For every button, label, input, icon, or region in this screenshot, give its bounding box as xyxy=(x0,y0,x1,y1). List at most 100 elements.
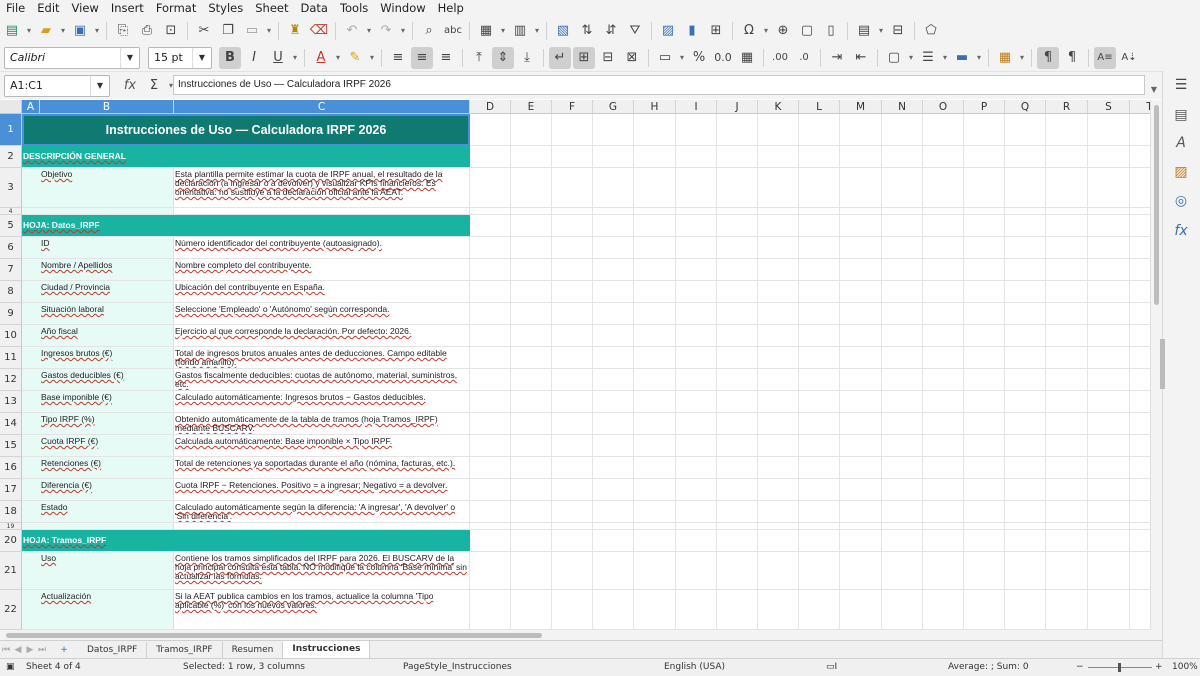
section-header-r20[interactable]: HOJA: Tramos_IRPF xyxy=(22,530,470,551)
value-cell-r12[interactable]: Gastos fiscalmente deducibles: cuotas de… xyxy=(175,370,468,390)
navigator-icon[interactable]: ◎ xyxy=(1171,191,1191,211)
row-header-21[interactable]: 21 xyxy=(0,552,22,590)
label-cell-r9[interactable]: Situación laboral xyxy=(41,305,172,324)
value-cell-r14[interactable]: Obtenido automáticamente de la tabla de … xyxy=(175,414,468,434)
zoom-in-icon[interactable]: + xyxy=(1155,659,1163,676)
column-icon[interactable]: ▥ xyxy=(509,20,531,42)
menu-sheet[interactable]: Sheet xyxy=(249,0,294,17)
column-header-h[interactable]: H xyxy=(634,100,676,114)
label-cell-r16[interactable]: Retenciones (€) xyxy=(41,459,172,478)
delete-decimal-icon[interactable]: .0 xyxy=(793,47,815,69)
menu-tools[interactable]: Tools xyxy=(334,0,374,17)
highlight-color-icon[interactable]: ✎ xyxy=(344,47,366,69)
special-character-icon[interactable]: Ω xyxy=(738,20,760,42)
print-area-dropdown-icon[interactable]: ▾ xyxy=(876,20,886,42)
menu-view[interactable]: View xyxy=(66,0,105,17)
italic-icon[interactable]: I xyxy=(243,47,265,69)
expand-formula-icon[interactable]: ▼ xyxy=(1148,78,1160,100)
value-cell-r22[interactable]: Si la AEAT publica cambios en los tramos… xyxy=(175,591,468,629)
tab-instrucciones[interactable]: Instrucciones xyxy=(283,640,371,660)
text-horizontal-icon[interactable]: A≡ xyxy=(1094,46,1116,69)
label-cell-r22[interactable]: Actualización xyxy=(41,592,172,629)
copy-icon[interactable]: ❐ xyxy=(217,20,239,42)
menu-window[interactable]: Window xyxy=(374,0,431,17)
selection-mode-icon[interactable]: ▭I xyxy=(826,659,837,676)
value-cell-r15[interactable]: Calculada automáticamente: Base imponibl… xyxy=(175,436,468,456)
row-header-16[interactable]: 16 xyxy=(0,457,22,479)
align-right-icon[interactable]: ≡ xyxy=(435,47,457,69)
column-header-p[interactable]: P xyxy=(964,100,1005,114)
label-cell-r21[interactable]: Uso xyxy=(41,554,172,589)
borders-icon[interactable]: ▢ xyxy=(883,47,905,69)
column-header-m[interactable]: M xyxy=(840,100,882,114)
value-cell-r6[interactable]: Número identificador del contribuyente (… xyxy=(175,238,468,258)
freeze-rows-columns-icon[interactable]: ⊟ xyxy=(887,20,909,42)
row-header-13[interactable]: 13 xyxy=(0,391,22,413)
date-format-icon[interactable]: ▦ xyxy=(736,47,758,69)
column-header-e[interactable]: E xyxy=(511,100,552,114)
label-cell-r11[interactable]: Ingresos brutos (€) xyxy=(41,349,172,368)
border-color-dropdown-icon[interactable]: ▾ xyxy=(974,47,984,69)
menu-styles[interactable]: Styles xyxy=(202,0,249,17)
styles-icon[interactable]: A xyxy=(1171,133,1191,153)
section-header-r2[interactable]: DESCRIPCIÓN GENERAL xyxy=(22,146,470,167)
value-cell-r17[interactable]: Cuota IRPF − Retenciones. Positivo = a i… xyxy=(175,480,468,500)
menu-help[interactable]: Help xyxy=(432,0,470,17)
column-header-s[interactable]: S xyxy=(1088,100,1130,114)
open-dropdown-icon[interactable]: ▾ xyxy=(58,20,68,42)
label-cell-r12[interactable]: Gastos deducibles (€) xyxy=(41,371,172,390)
properties-icon[interactable]: ▤ xyxy=(1171,105,1191,125)
pivot-table-icon[interactable]: ⊞ xyxy=(705,20,727,42)
column-header-i[interactable]: I xyxy=(676,100,717,114)
paste-dropdown-icon[interactable]: ▾ xyxy=(264,20,274,42)
redo-dropdown-icon[interactable]: ▾ xyxy=(398,20,408,42)
show-draw-functions-icon[interactable]: ⬠ xyxy=(920,20,942,42)
menu-data[interactable]: Data xyxy=(294,0,333,17)
decrease-indent-icon[interactable]: ⇤ xyxy=(850,47,872,69)
clear-formatting-icon[interactable]: ⌫ xyxy=(308,20,330,42)
border-color-icon[interactable]: ▬ xyxy=(951,47,973,69)
vertical-scrollbar-thumb[interactable] xyxy=(1154,105,1159,305)
column-header-o[interactable]: O xyxy=(923,100,964,114)
row-dropdown-icon[interactable]: ▾ xyxy=(498,20,508,42)
autofilter-icon[interactable]: ▧ xyxy=(552,20,574,42)
comment-icon[interactable]: ▢ xyxy=(796,20,818,42)
label-cell-r3[interactable]: Objetivo xyxy=(41,170,172,207)
border-style-icon[interactable]: ☰ xyxy=(917,47,939,69)
align-center-icon[interactable]: ≡ xyxy=(411,46,433,69)
save-dropdown-icon[interactable]: ▾ xyxy=(92,20,102,42)
define-print-area-icon[interactable]: ▤ xyxy=(853,20,875,42)
filter-icon[interactable]: ⛛ xyxy=(624,20,646,42)
font-color-icon[interactable]: A xyxy=(310,47,332,69)
merge-center-icon[interactable]: ⊞ xyxy=(573,46,595,69)
row-header-4[interactable]: 4 xyxy=(0,208,22,215)
column-header-a[interactable]: A xyxy=(22,100,40,114)
tab-nav-first-icon[interactable]: ⏮ xyxy=(0,645,12,655)
insert-image-icon[interactable]: ▨ xyxy=(657,20,679,42)
row-icon[interactable]: ▦ xyxy=(475,20,497,42)
column-header-l[interactable]: L xyxy=(799,100,840,114)
underline-dropdown-icon[interactable]: ▾ xyxy=(290,47,300,69)
font-size-box[interactable]: 15 pt ▼ xyxy=(148,46,212,69)
text-vertical-icon[interactable]: A⇣ xyxy=(1118,47,1140,69)
tab-tramos-irpf[interactable]: Tramos_IRPF xyxy=(147,641,223,659)
column-header-b[interactable]: B xyxy=(40,100,174,114)
select-all-corner[interactable] xyxy=(0,100,22,114)
sort-ascending-icon[interactable]: ⇅ xyxy=(576,20,598,42)
paste-icon[interactable]: ▭ xyxy=(241,20,263,42)
row-header-18[interactable]: 18 xyxy=(0,501,22,523)
row-header-14[interactable]: 14 xyxy=(0,413,22,435)
sort-descending-icon[interactable]: ⇵ xyxy=(600,20,622,42)
column-header-r[interactable]: R xyxy=(1046,100,1088,114)
value-cell-r13[interactable]: Calculado automáticamente: Ingresos brut… xyxy=(175,392,468,412)
formula-input[interactable]: Instrucciones de Uso — Calculadora IRPF … xyxy=(173,75,1145,95)
row-header-3[interactable]: 3 xyxy=(0,168,22,208)
conditional-format-dropdown-icon[interactable]: ▾ xyxy=(1017,47,1027,69)
increase-indent-icon[interactable]: ⇥ xyxy=(826,47,848,69)
tab-nav-last-icon[interactable]: ⏭ xyxy=(36,645,48,655)
menu-format[interactable]: Format xyxy=(150,0,203,17)
export-pdf-icon[interactable]: ⎘ xyxy=(112,20,134,42)
value-cell-r21[interactable]: Contiene los tramos simplificados del IR… xyxy=(175,553,468,589)
font-name-box[interactable]: Calibri ▼ xyxy=(4,46,140,69)
column-header-f[interactable]: F xyxy=(552,100,593,114)
